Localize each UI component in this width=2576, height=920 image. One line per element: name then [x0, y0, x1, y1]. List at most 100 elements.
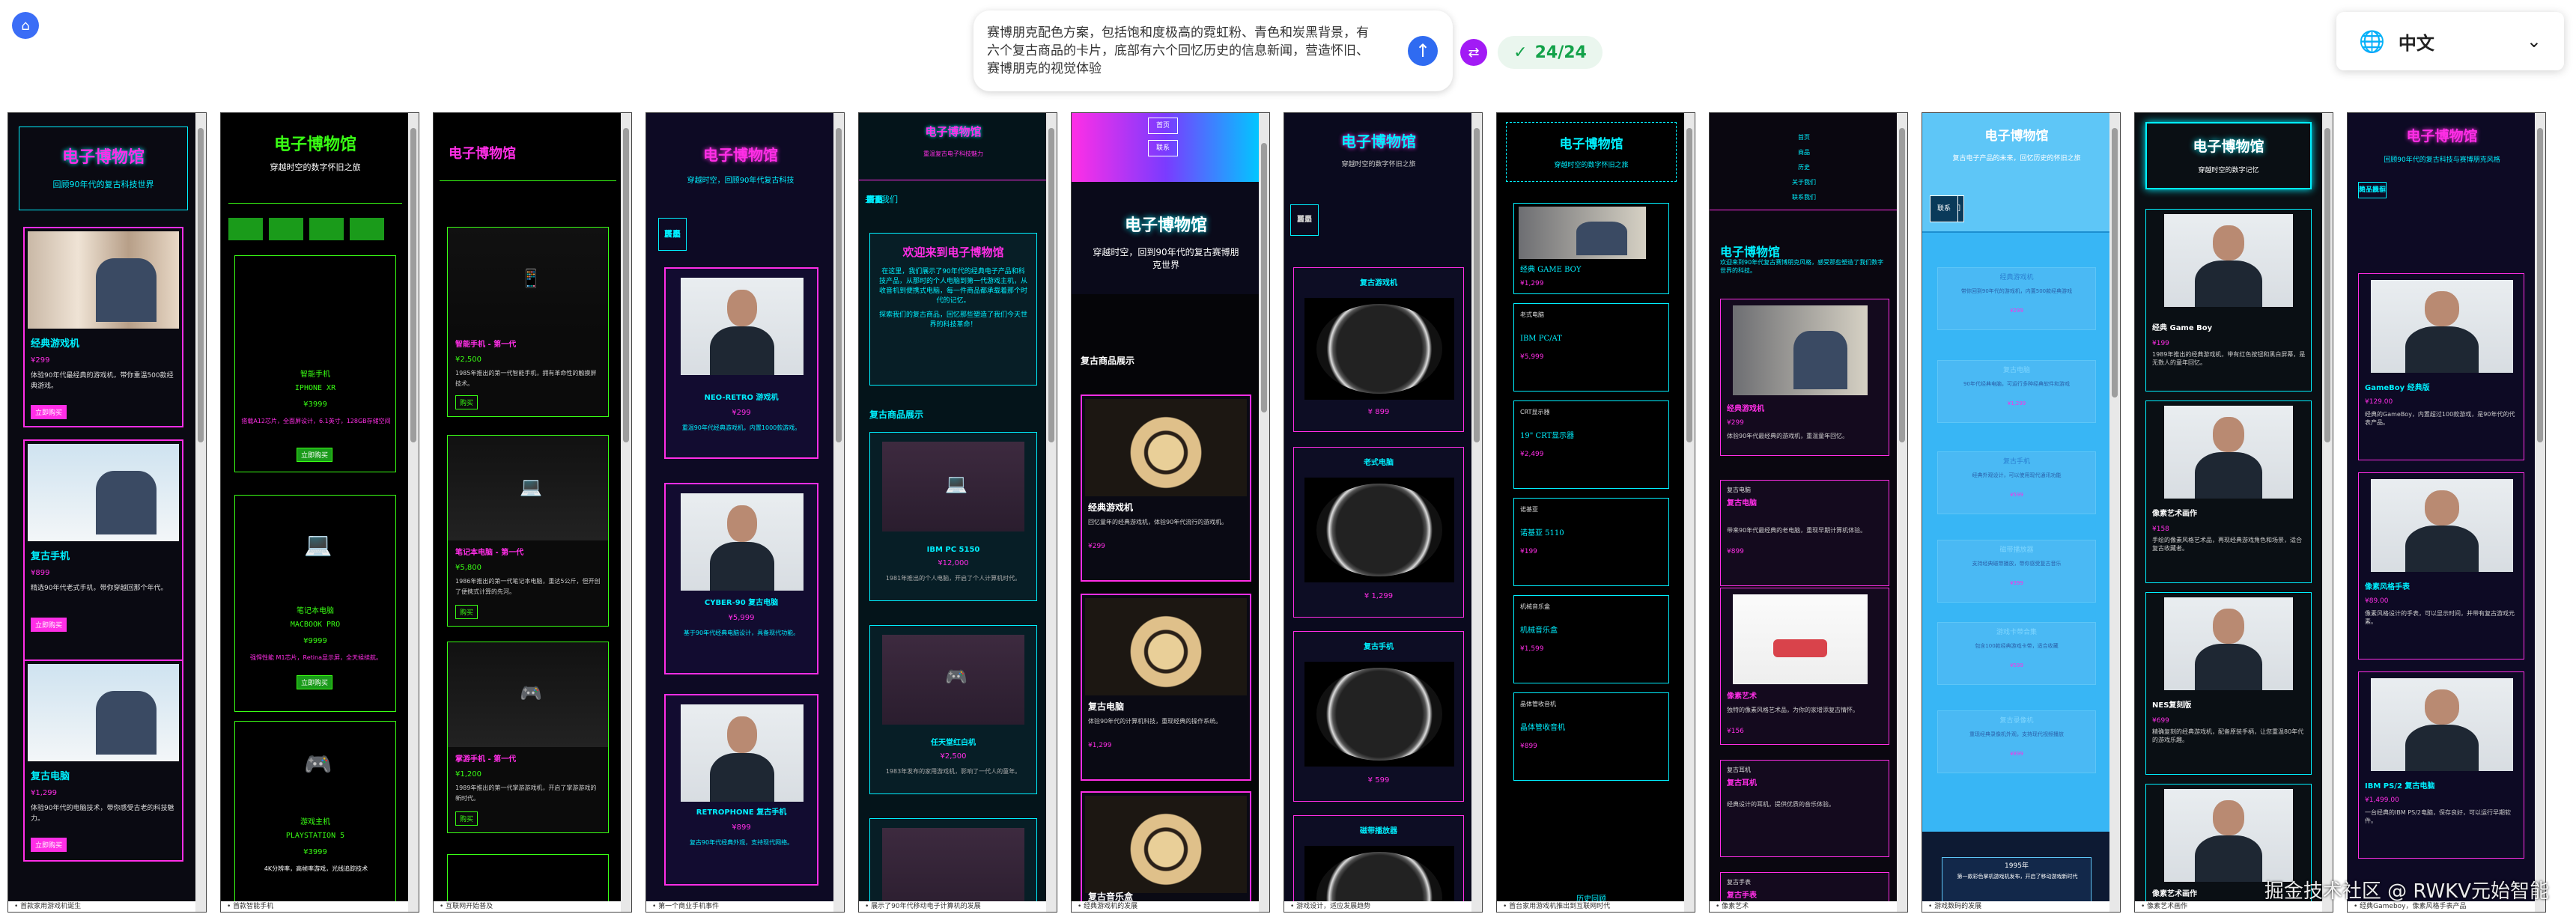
product-name: IBM PS/2 复古电脑: [2365, 782, 2435, 790]
section-title: 复古商品展示: [1081, 356, 1135, 366]
arrow-up-icon[interactable]: ↑: [1408, 36, 1438, 66]
scrollbar[interactable]: [1897, 113, 1907, 912]
nav-item[interactable]: 联系: [863, 185, 886, 215]
preview-panel-12[interactable]: 电子博物馆 回顾90年代的复古科技与赛博朋克风格 精品展示 商品推荐 关于我们 …: [2347, 112, 2546, 913]
footer-snippet: • 首台家用游戏机推出到互联网时代: [1497, 901, 1686, 912]
nav-button[interactable]: [269, 218, 303, 240]
product-name: 复古录像机: [1999, 717, 2034, 725]
scroll-thumb[interactable]: [623, 128, 629, 442]
preview-panel-3[interactable]: 电子博物馆 📱 智能手机 - 第一代 ¥2,500 1985年推出的第一代智能手…: [433, 112, 632, 913]
gamepad-icon: 🎮: [945, 666, 967, 687]
nav-item[interactable]: 关于我们: [1710, 177, 1898, 188]
product-card: 老式电脑 ¥ 1,299: [1293, 447, 1464, 618]
scroll-thumb[interactable]: [1899, 128, 1905, 442]
header: 电子博物馆 重温复古电子科技魅力: [859, 113, 1048, 180]
scrollbar[interactable]: [408, 113, 419, 912]
image-alt: 晶体管收音机: [1520, 701, 1556, 707]
gamepad-icon: 🎮: [520, 683, 542, 704]
product-name: IBM PC 5150: [926, 546, 980, 554]
nav-button[interactable]: [309, 218, 344, 240]
product-card: NEO-RETRO 游戏机 ¥299 重温90年代经典游戏机，内置1000款游戏…: [664, 267, 818, 459]
page-title: 电子博物馆: [703, 146, 778, 164]
product-card: 复古游戏机 ¥ 899: [1293, 267, 1464, 432]
language-label: 中文: [2398, 32, 2434, 54]
buy-button[interactable]: 立即购买: [31, 618, 67, 632]
product-desc: 独特的像素风格艺术品，为你的家增添复古情怀。: [1727, 707, 1859, 713]
scroll-thumb[interactable]: [2112, 128, 2118, 397]
preview-panel-1[interactable]: 电子博物馆 回顾90年代的复古科技世界 经典游戏机 ¥299 体验90年代最经典…: [7, 112, 207, 913]
nav-item[interactable]: 首页: [1148, 118, 1178, 134]
product-card: 🎮 掌游手机 - 第一代 ¥1,200 1989年推出的第一代掌游游戏机，开启了…: [447, 642, 609, 833]
nav-item[interactable]: 商品: [1710, 147, 1898, 158]
image-alt: CRT显示器: [1520, 409, 1550, 415]
preview-panel-8[interactable]: 电子博物馆 穿越时空的数字怀旧之旅 经典 GAME BOY ¥1,299 老式电…: [1496, 112, 1695, 913]
product-desc: 重现经典录像机外观，支持现代视频播放: [1969, 731, 2064, 737]
scroll-thumb[interactable]: [198, 128, 204, 442]
buy-button[interactable]: 购买: [455, 395, 479, 409]
scrollbar[interactable]: [833, 113, 844, 912]
product-name: GameBoy 经典版: [2365, 384, 2430, 392]
scrollbar[interactable]: [621, 113, 631, 912]
welcome-text-2: 探索我们的复古商品，回忆那些塑造了我们今天世界的科技革命！: [879, 311, 1028, 329]
nav-item[interactable]: 联系: [1930, 195, 1958, 222]
nav-item[interactable]: 联系我们: [1710, 192, 1898, 203]
scroll-thumb[interactable]: [1474, 128, 1480, 442]
scrollbar[interactable]: [2322, 113, 2333, 912]
product-name: 晶体管收音机: [1520, 724, 1565, 732]
prompt-box[interactable]: 赛博朋克配色方案，包括饱和度极高的霓虹粉、青色和炭黑背景，有六个复古商品的卡片，…: [973, 10, 1453, 91]
nav-button[interactable]: [350, 218, 384, 240]
scroll-thumb[interactable]: [2537, 128, 2543, 442]
nav-item[interactable]: 历史: [1710, 162, 1898, 173]
scroll-thumb[interactable]: [1261, 143, 1267, 412]
preview-panel-6[interactable]: 首页 联系 电子博物馆 穿越时空，回到90年代的复古赛博朋克世界 复古商品展示 …: [1071, 112, 1270, 913]
scrollbar[interactable]: [1684, 113, 1695, 912]
scroll-thumb[interactable]: [1048, 128, 1054, 442]
nav-item[interactable]: 首页: [1710, 132, 1898, 143]
product-card: 复古手机 经典外观设计，可以使用现代通讯功能 ¥599: [1937, 451, 2096, 514]
buy-button[interactable]: 立即购买: [297, 675, 333, 689]
buy-button[interactable]: 立即购买: [31, 405, 67, 419]
preview-panel-2[interactable]: 电子博物馆 穿越时空的数字怀旧之旅 智能手机 IPHONE XR ¥3999 搭…: [220, 112, 419, 913]
scrollbar[interactable]: [1046, 113, 1057, 912]
buy-button[interactable]: 购买: [455, 605, 479, 619]
buy-button[interactable]: 立即购买: [297, 448, 333, 462]
score-badge: ✓ 24/24: [1498, 36, 1603, 69]
product-card: 经典游戏机 ¥299 体验90年代最经典的游戏机，带你重温500款经典游戏。 立…: [23, 227, 183, 427]
product-desc: 4K分辨率，高帧率游戏，光线追踪技术: [264, 865, 368, 872]
product-image: [2371, 479, 2513, 572]
preview-panel-11[interactable]: 电子博物馆 穿越时空的数字记忆 经典 Game Boy ¥199 1989年推出…: [2134, 112, 2333, 913]
preview-panel-7[interactable]: 电子博物馆 穿越时空的数字怀旧之旅 首页 商品 历史 关于 联系 复古游戏机 ¥…: [1284, 112, 1483, 913]
buy-button[interactable]: 购买: [455, 811, 479, 826]
scroll-thumb[interactable]: [410, 128, 416, 442]
nav-item[interactable]: 关于我们: [2358, 182, 2387, 198]
nav-item[interactable]: 联系: [1290, 204, 1319, 236]
product-price: ¥399: [2010, 580, 2023, 586]
product-name: 复古电脑: [2002, 367, 2030, 374]
nav-item[interactable]: 联系: [1148, 140, 1178, 156]
product-card: 🎮 游戏主机 PLAYSTATION 5 ¥3999 4K分辨率，高帧率游戏，光…: [234, 721, 396, 903]
nav-item[interactable]: 联系: [658, 218, 687, 251]
preview-panel-5[interactable]: 电子博物馆 重温复古电子科技魅力 首页 商品 历史 关于我们 联系 欢迎来到电子…: [858, 112, 1057, 913]
product-card: 💻 笔记本电脑 MACBOOK PRO ¥9999 强悍性能 M1芯片，Reti…: [234, 495, 396, 712]
scrollbar[interactable]: [1471, 113, 1482, 912]
scroll-thumb[interactable]: [1686, 128, 1692, 442]
scrollbar[interactable]: [2109, 113, 2120, 912]
product-card: 复古耳机 复古耳机 经典设计的耳机，提供优质的音乐体验。: [1720, 760, 1889, 857]
language-select[interactable]: 🌐 中文 ⌄: [2336, 12, 2564, 70]
scrollbar[interactable]: [1259, 113, 1269, 912]
preview-panel-4[interactable]: 电子博物馆 穿越时空，回顾90年代复古科技 首页 产品 历史 关于 联系 NEO…: [645, 112, 845, 913]
buy-button[interactable]: 立即购买: [31, 838, 67, 852]
product-desc: 1986年推出的第一代笔记本电脑，重达5公斤，但开创了便携式计算的先河。: [455, 578, 601, 595]
scrollbar[interactable]: [2535, 113, 2545, 912]
scroll-thumb[interactable]: [836, 128, 842, 442]
scroll-thumb[interactable]: [2324, 128, 2330, 442]
preview-panel-10[interactable]: 电子博物馆 复古电子产品的未来，回忆历史的怀旧之旅 首页 商品 历史 关于我们 …: [1922, 112, 2121, 913]
scrollbar[interactable]: [195, 113, 206, 912]
product-name: NES复刻版: [2152, 701, 2192, 710]
chevron-down-icon: ⌄: [2526, 31, 2542, 52]
home-icon[interactable]: ⌂: [12, 12, 39, 39]
shuffle-icon[interactable]: ⇄: [1460, 39, 1487, 66]
nav-button[interactable]: [228, 218, 263, 240]
product-card: 📱 智能手机 - 第一代 ¥2,500 1985年推出的第一代智能手机，拥有革命…: [447, 227, 609, 417]
preview-panel-9[interactable]: 首页 商品 历史 关于我们 联系我们 电子博物馆 欢迎来到90年代复古赛博朋克风…: [1709, 112, 1908, 913]
